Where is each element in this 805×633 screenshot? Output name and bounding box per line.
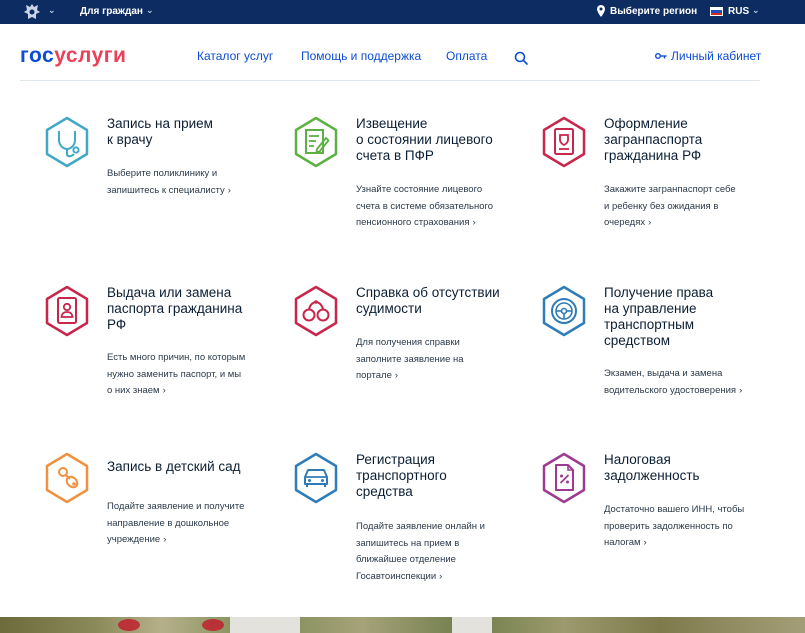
tax-document-icon (542, 452, 586, 504)
service-description: Закажите загранпаспорт себе и ребенку бе… (604, 184, 736, 228)
service-title[interactable]: Запись на прием к врачу (107, 116, 277, 148)
service-description: Подайте заявление и получите направление… (107, 501, 245, 545)
banner-photo-strip (0, 617, 805, 633)
coat-of-arms-icon[interactable] (22, 2, 42, 22)
chevron-right-icon[interactable]: › (644, 537, 647, 548)
chevron-right-icon[interactable]: › (163, 385, 166, 396)
car-icon (294, 452, 338, 504)
service-description: Подайте заявление онлайн и запишитесь на… (356, 521, 485, 582)
chevron-right-icon[interactable]: › (163, 534, 166, 545)
service-description: Узнайте состояние лицевого счета в систе… (356, 184, 494, 228)
chevron-down-icon[interactable]: ⌄ (48, 5, 56, 16)
site-header: госуслуги Каталог услуг Помощь и поддерж… (0, 24, 805, 80)
header-divider (20, 80, 760, 81)
chevron-right-icon[interactable]: › (395, 370, 398, 381)
gosuslugi-logo[interactable]: госуслуги (20, 44, 126, 68)
service-title[interactable]: Извещение о состоянии лицевого счета в П… (356, 116, 526, 164)
photo-detail (118, 619, 140, 631)
search-icon[interactable] (514, 51, 528, 65)
chevron-right-icon[interactable]: › (473, 217, 476, 228)
service-title[interactable]: Налоговая задолженность (604, 452, 774, 484)
service-title[interactable]: Получение права на управление транспортн… (604, 285, 774, 349)
russian-flag-icon[interactable] (710, 7, 723, 16)
location-pin-icon[interactable] (597, 5, 605, 17)
photo-detail (202, 619, 224, 631)
service-title[interactable]: Оформление загранпаспорта гражданина РФ (604, 116, 774, 164)
photo-detail (452, 617, 492, 633)
nav-help-link[interactable]: Помощь и поддержка (301, 49, 421, 63)
personal-account-link[interactable]: Личный кабинет (671, 49, 761, 63)
service-description: Экзамен, выдача и замена водительского у… (604, 368, 743, 396)
pacifier-icon (45, 452, 89, 504)
photo-detail (230, 617, 300, 633)
stethoscope-icon (45, 116, 89, 168)
top-bar: ⌄ Для граждан ⌄ Выберите регион RUS ⌄ (0, 0, 805, 24)
service-description: Достаточно вашего ИНН, чтобы проверить з… (604, 504, 745, 548)
chevron-down-icon[interactable]: ⌄ (146, 5, 154, 16)
region-selector[interactable]: Выберите регион (610, 6, 697, 17)
chevron-right-icon[interactable]: › (739, 385, 742, 396)
chevron-right-icon[interactable]: › (228, 185, 231, 196)
steering-wheel-icon (542, 285, 586, 337)
key-icon[interactable] (655, 52, 667, 60)
service-description: Для получения справки заполните заявлени… (356, 337, 464, 381)
document-edit-icon (294, 116, 338, 168)
passport-icon (542, 116, 586, 168)
service-title[interactable]: Регистрация транспортного средства (356, 452, 526, 500)
service-title[interactable]: Выдача или замена паспорта гражданина РФ (107, 285, 277, 333)
nav-payment-link[interactable]: Оплата (446, 49, 487, 63)
chevron-right-icon[interactable]: › (648, 217, 651, 228)
service-title[interactable]: Справка об отсутствии судимости (356, 285, 526, 317)
citizens-menu[interactable]: Для граждан (80, 6, 143, 17)
service-description: Выберите поликлинику и запишитесь к спец… (107, 168, 231, 196)
chevron-right-icon[interactable]: › (439, 571, 442, 582)
nav-catalog-link[interactable]: Каталог услуг (197, 49, 273, 63)
handcuffs-icon (294, 285, 338, 337)
service-title[interactable]: Запись в детский сад (107, 459, 277, 475)
service-description: Есть много причин, по которым нужно заме… (107, 352, 246, 396)
language-selector[interactable]: RUS (728, 6, 749, 17)
id-card-icon (45, 285, 89, 337)
chevron-down-icon[interactable]: ⌄ (752, 5, 760, 16)
